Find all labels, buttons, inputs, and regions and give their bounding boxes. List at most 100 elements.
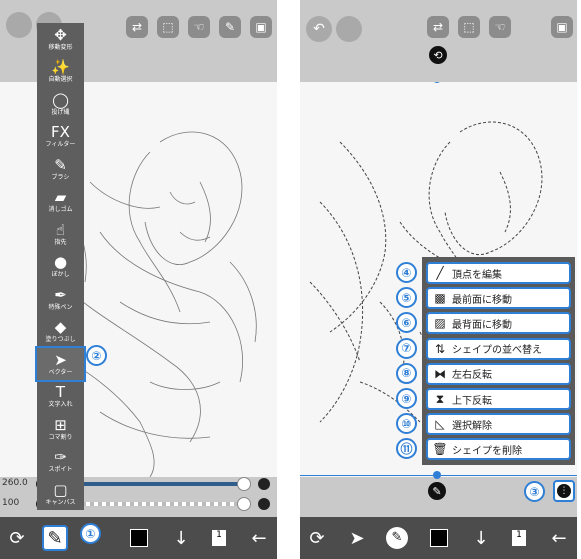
special-pen-icon: ✒ [54,285,67,304]
eyedropper-icon: ✑ [54,448,67,467]
undo-button[interactable] [6,12,32,38]
vector-icon: ➤ [54,350,67,369]
size-thumb[interactable] [237,477,251,491]
pen-tool-button[interactable]: ✎ [384,525,410,551]
tool-label: ぼかし [51,271,70,279]
blur-icon: ● [53,253,68,272]
opacity-value: 100 [2,498,20,508]
more-options-button[interactable]: ⋮ [553,480,575,502]
callout-1: ① [80,523,101,544]
tool-brush[interactable]: ✎ ブラシ [37,153,84,185]
size-plus-button[interactable] [258,478,270,490]
color-swatch[interactable] [126,525,152,551]
arrow-down-icon[interactable]: ↓ [468,525,494,551]
toggle-icon[interactable]: ⇄ [126,16,148,38]
tool-fill[interactable]: ◆ 塗りつぶし [37,315,84,347]
tool-special-pen[interactable]: ✒ 特殊ペン [37,283,84,315]
frame-divider-icon: ⊞ [54,415,67,434]
bring-front-icon: ▩ [434,291,446,306]
brush-tool-button[interactable]: ✎ [42,525,68,551]
tool-lasso[interactable]: ◯ 投げ縄 [37,88,84,120]
image-icon[interactable]: ▣ [551,16,573,38]
tool-eraser[interactable]: ▰ 消しゴム [37,185,84,217]
text-icon: T [55,383,66,402]
left-screenshot: ⇄ ⬚ ☜ ✎ ▣ 260.0 100 ✥ 移動変形 ✨ 自動選択 ◯ 投げ縄 … [0,0,277,559]
arrow-down-icon[interactable]: ↓ [168,525,194,551]
tool-label: 文字入れ [48,401,73,409]
tool-label: スポイト [48,466,73,474]
tool-label: フィルター [45,141,76,149]
rotate-icon[interactable]: ⟲ [429,46,447,64]
menu-item-label: 上下反転 [452,395,492,407]
pen-icon[interactable]: ✎ [428,482,446,500]
menu-item-bring-front[interactable]: ▩ 最前面に移動 [426,287,571,310]
menu-item-send-back[interactable]: ▨ 最背面に移動 [426,312,571,335]
menu-item-deselect[interactable]: ◺ 選択解除 [426,413,571,436]
callout-8: ⑧ [396,362,417,384]
vector-select-icon[interactable]: ➤ [344,525,370,551]
more-vertical-icon: ⋮ [557,484,571,498]
tool-frame-divider[interactable]: ⊞ コマ割り [37,413,84,445]
tool-blur[interactable]: ● ぼかし [37,250,84,282]
opacity-thumb[interactable] [237,497,251,511]
selection-handle-bottom[interactable] [433,471,441,479]
color-swatch[interactable] [426,525,452,551]
selection-icon[interactable]: ⬚ [157,16,179,38]
callout-3: ③ [524,481,545,502]
flip-vertical-icon: ⧗ [435,391,445,406]
undo-button[interactable]: ↶ [306,16,332,42]
handle-strip: ✎ ③ ⋮ [300,471,577,517]
callout-9: ⑨ [396,388,417,409]
move-icon: ✥ [54,26,67,44]
tool-canvas[interactable]: ▢ キャンバス [37,478,84,510]
menu-item-label: 最背面に移動 [452,319,512,331]
tool-filter[interactable]: FX フィルター [37,120,84,152]
reorder-icon: ⇅ [434,341,446,356]
size-value: 260.0 [2,478,28,488]
top-toolbar: ↶ ⇄ ⬚ ☜ ▣ ⟲ [300,0,577,82]
layers-button[interactable]: 1 [206,525,232,551]
edit-vertex-icon: ╱ [436,266,444,280]
hand-icon[interactable]: ☜ [489,16,511,38]
selection-icon[interactable]: ⬚ [458,16,480,38]
menu-item-edit-vertex[interactable]: ╱ 頂点を編集 [426,262,571,284]
tool-magic-wand[interactable]: ✨ 自動選択 [37,55,84,87]
menu-item-flip-horizontal[interactable]: ⧓ 左右反転 [426,362,571,385]
tool-label: 移動変形 [48,44,73,51]
tool-label: 投げ縄 [51,108,70,116]
transform-icon[interactable]: ⟳ [4,525,30,551]
toggle-icon[interactable]: ⇄ [427,16,449,38]
opacity-plus-button[interactable] [258,498,270,510]
delete-shape-icon: 🗑 [432,442,448,457]
tool-menu: ✥ 移動変形 ✨ 自動選択 ◯ 投げ縄 FX フィルター ✎ ブラシ ▰ 消しゴム ☝ 指先 ● ぼかし ✒ 特殊… [35,23,86,510]
tool-eyedropper[interactable]: ✑ スポイト [37,445,84,477]
menu-item-label: 頂点を編集 [452,269,502,281]
image-icon[interactable]: ▣ [250,16,272,38]
tool-finger[interactable]: ☝ 指先 [37,218,84,250]
menu-item-reorder[interactable]: ⇅ シェイプの並べ替え [426,337,571,360]
hand-icon[interactable]: ☜ [188,16,210,38]
tool-label: ブラシ [51,173,70,181]
tool-move[interactable]: ✥ 移動変形 [37,23,84,55]
tool-text[interactable]: T 文字入れ [37,380,84,412]
back-arrow-icon[interactable]: ← [546,525,572,551]
callout-2: ② [86,345,107,366]
tool-label: 消しゴム [48,206,73,214]
ruler-icon[interactable]: ✎ [219,16,241,38]
menu-item-label: 最前面に移動 [452,294,512,306]
layers-button[interactable]: 1 [506,525,532,551]
redo-button[interactable] [336,16,362,42]
tool-vector[interactable]: ➤ ベクター [35,345,86,383]
menu-item-flip-vertical[interactable]: ⧗ 上下反転 [426,388,571,410]
menu-item-delete-shape[interactable]: 🗑 シェイプを削除 [426,438,571,461]
tool-label: 塗りつぶし [45,336,76,344]
back-arrow-icon[interactable]: ← [246,525,272,551]
tool-label: ベクター [48,368,73,376]
transform-icon[interactable]: ⟳ [304,525,330,551]
eraser-icon: ▰ [54,188,67,207]
menu-item-label: シェイプを削除 [452,445,522,457]
brush-icon: ✎ [54,155,67,174]
filter-icon: FX [51,123,70,142]
magic-wand-icon: ✨ [51,58,70,77]
tool-label: キャンバス [45,498,76,506]
